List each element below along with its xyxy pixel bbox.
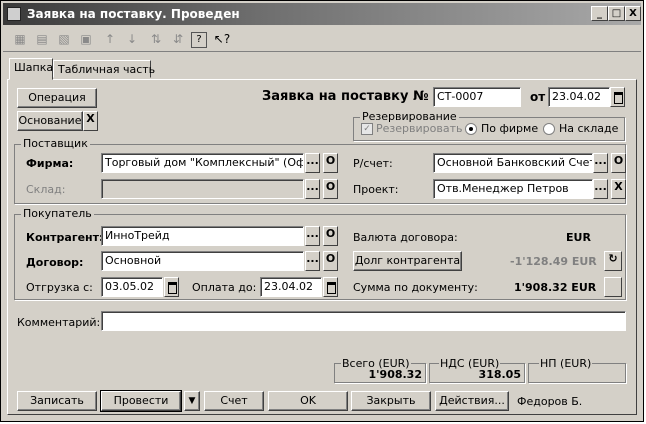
project-field[interactable]: Отв.Менеджер Петров xyxy=(433,179,593,199)
maximize-button[interactable]: □ xyxy=(608,6,625,21)
user-name: Федоров Б. xyxy=(517,395,583,408)
save-button[interactable]: Записать xyxy=(17,391,97,411)
contract-field[interactable]: Основной xyxy=(101,251,304,271)
firm-open-button[interactable]: O xyxy=(323,153,338,173)
total-value: 1'908.32 xyxy=(368,368,422,381)
sort-desc-icon[interactable]: ⇵ xyxy=(169,30,187,48)
help-icon[interactable]: ? xyxy=(191,32,207,48)
project-label: Проект: xyxy=(353,183,399,196)
copy-row-icon[interactable]: ▤ xyxy=(33,30,51,48)
delete-row-icon[interactable]: ▣ xyxy=(77,30,95,48)
firm-label: Фирма: xyxy=(26,157,74,170)
project-select-button[interactable]: ... xyxy=(593,179,608,199)
firm-select-button[interactable]: ... xyxy=(305,153,320,173)
document-window: Заявка на поставку. Проведен _ □ X ▦ ▤ ▧… xyxy=(0,0,644,422)
counterparty-field[interactable]: ИнноТрейд xyxy=(101,226,304,246)
by-company-label: По фирме xyxy=(481,122,539,135)
contract-open-button[interactable]: O xyxy=(323,251,338,271)
total-box: Всего (EUR) 1'908.32 xyxy=(334,357,426,383)
actions-button[interactable]: Действия... xyxy=(435,391,509,411)
doc-sum-details-button[interactable] xyxy=(604,277,622,297)
by-warehouse-radio[interactable] xyxy=(543,123,555,135)
shipment-date-field[interactable]: 03.05.02 xyxy=(101,277,163,297)
close-window-button[interactable]: X xyxy=(625,6,641,21)
move-up-icon[interactable]: ↑ xyxy=(101,30,119,48)
warehouse-open-button[interactable]: O xyxy=(323,179,338,199)
window-title: Заявка на поставку. Проведен xyxy=(27,7,240,21)
comment-label: Комментарий: xyxy=(17,316,101,329)
date-from-label: от xyxy=(530,90,546,104)
counterparty-select-button[interactable]: ... xyxy=(305,226,320,246)
title-bar: Заявка на поставку. Проведен _ □ X xyxy=(3,3,641,25)
operation-button[interactable]: Операция xyxy=(17,88,97,108)
firm-field[interactable]: Торговый дом "Комплексный" (Офис) xyxy=(101,153,304,173)
move-down-icon[interactable]: ↓ xyxy=(123,30,141,48)
debt-value: -1'128.49 EUR xyxy=(510,255,597,268)
account-open-button[interactable]: O xyxy=(611,153,626,173)
account-select-button[interactable]: ... xyxy=(593,153,608,173)
doc-title: Заявка на поставку № xyxy=(262,89,429,104)
reserve-label: Резервировать xyxy=(376,122,463,135)
shipment-label: Отгрузка с: xyxy=(26,281,93,294)
new-row-icon[interactable]: ▦ xyxy=(11,30,29,48)
toolbar: ▦ ▤ ▧ ▣ ↑ ↓ ⇅ ⇵ ? ↖? xyxy=(3,27,641,52)
post-button[interactable]: Провести xyxy=(100,390,182,412)
by-company-radio[interactable] xyxy=(465,123,477,135)
vat-value: 318.05 xyxy=(478,368,521,381)
payment-label: Оплата до: xyxy=(192,281,257,294)
doc-sum-label: Сумма по документу: xyxy=(353,281,478,294)
supplier-caption: Поставщик xyxy=(21,137,90,150)
basis-button[interactable]: Основание xyxy=(17,111,83,131)
reserve-checkbox[interactable]: ✓ xyxy=(361,123,373,135)
window-icon xyxy=(7,7,21,21)
invoice-button[interactable]: Счет xyxy=(204,391,264,411)
currency-value: EUR xyxy=(566,231,591,244)
ok-button[interactable]: OK xyxy=(268,391,348,411)
by-warehouse-label: На складе xyxy=(559,122,619,135)
counterparty-open-button[interactable]: O xyxy=(323,226,338,246)
payment-calendar-icon[interactable] xyxy=(323,277,338,297)
sort-asc-icon[interactable]: ⇅ xyxy=(147,30,165,48)
counterparty-label: Контрагент: xyxy=(26,231,104,244)
shipment-calendar-icon[interactable] xyxy=(164,277,179,297)
doc-number-field[interactable]: СТ-0007 xyxy=(433,87,521,107)
vat-box: НДС (EUR) 318.05 xyxy=(429,357,525,383)
doc-sum-value: 1'908.32 EUR xyxy=(514,281,597,294)
context-help-icon[interactable]: ↖? xyxy=(211,30,233,48)
tab-table-part[interactable]: Табличная часть xyxy=(53,60,155,78)
warehouse-select-button[interactable]: ... xyxy=(305,179,320,199)
refresh-debt-icon[interactable]: ↻ xyxy=(604,251,622,271)
account-label: Р/счет: xyxy=(353,157,393,170)
post-dropdown-button[interactable]: ▼ xyxy=(184,391,200,411)
edit-row-icon[interactable]: ▧ xyxy=(55,30,73,48)
close-button[interactable]: Закрыть xyxy=(351,391,431,411)
header-panel: Операция Заявка на поставку № СТ-0007 от… xyxy=(7,79,637,415)
reservation-group: Резервирование ✓ Резервировать По фирме … xyxy=(353,110,625,141)
payment-date-field[interactable]: 23.04.02 xyxy=(260,277,322,297)
tab-header[interactable]: Шапка xyxy=(9,58,53,80)
clear-basis-button[interactable]: X xyxy=(83,111,98,131)
account-field[interactable]: Основной Банковский Счет xyxy=(433,153,593,173)
contract-select-button[interactable]: ... xyxy=(305,251,320,271)
currency-label: Валюта договора: xyxy=(353,231,458,244)
warehouse-label: Склад: xyxy=(26,183,66,196)
counterparty-debt-button[interactable]: Долг контрагента xyxy=(353,251,462,271)
doc-date-field[interactable]: 23.04.02 xyxy=(548,87,610,107)
calendar-icon[interactable] xyxy=(610,87,625,107)
sales-tax-label: НП (EUR) xyxy=(539,357,593,370)
project-clear-button[interactable]: X xyxy=(611,179,626,199)
buyer-caption: Покупатель xyxy=(21,207,94,220)
sales-tax-box: НП (EUR) xyxy=(528,357,626,383)
contract-label: Договор: xyxy=(26,256,84,269)
warehouse-field[interactable] xyxy=(101,179,304,199)
minimize-button[interactable]: _ xyxy=(591,6,608,21)
comment-field[interactable] xyxy=(101,311,626,331)
